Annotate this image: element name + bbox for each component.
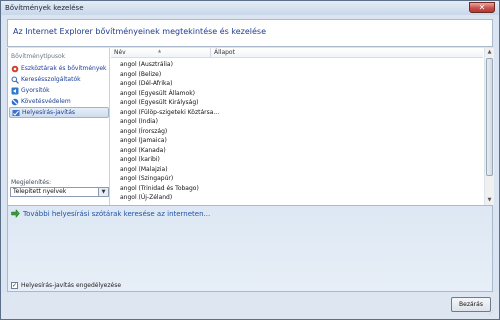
list-item[interactable]: angol (India) — [111, 117, 483, 127]
arrow-right-icon — [11, 209, 20, 218]
enable-spellcheck-option[interactable]: ✓ Helyesírás-javítás engedélyezése — [11, 282, 121, 289]
list-item[interactable]: angol (Írország) — [111, 127, 483, 137]
title-bar[interactable]: Bővítmények kezelése ✕ — [1, 1, 499, 15]
list-item[interactable]: angol (Dél-Afrika) — [111, 79, 483, 89]
sidebar-item-label: Gyorsítók — [21, 87, 50, 94]
list-item[interactable]: angol (Szingapúr) — [111, 174, 483, 184]
list-rows: angol (Ausztrália) angol (Belize) angol (D… — [111, 60, 483, 203]
sidebar-item-accelerators[interactable]: Gyorsítók — [9, 85, 109, 96]
column-header-status[interactable]: Állapot — [211, 48, 483, 58]
window-title: Bővítmények kezelése — [5, 4, 84, 12]
window-close-button[interactable]: ✕ — [469, 2, 495, 13]
list-item[interactable]: angol (Ausztrália) — [111, 60, 483, 70]
list-item[interactable]: angol (Jamaica) — [111, 136, 483, 146]
search-icon — [11, 76, 19, 84]
display-select-value: Telepített nyelvek — [13, 188, 67, 195]
sidebar-item-label: Követésvédelem — [21, 98, 71, 105]
column-header-name[interactable]: ▲ Név — [111, 48, 211, 58]
spellcheck-icon — [12, 109, 20, 116]
list-item[interactable]: angol (Fülöp-szigeteki Köztársa... — [111, 108, 483, 118]
enable-spellcheck-label: Helyesírás-javítás engedélyezése — [21, 282, 122, 289]
sort-arrow-icon: ▲ — [158, 48, 162, 53]
footer: Bezárás ⋰ — [1, 293, 499, 319]
list-item[interactable]: angol (Új-Zéland) — [111, 193, 483, 203]
language-list[interactable]: ▲ Név Állapot angol (Ausztrália) angol (B… — [111, 48, 494, 205]
list-item[interactable]: angol (Belize) — [111, 70, 483, 80]
sidebar-item-label: Helyesírás-javítás — [22, 109, 76, 116]
list-item[interactable]: angol (Egyesült Királyság) — [111, 98, 483, 108]
header-panel: Az Internet Explorer bővítményeinek megt… — [7, 19, 493, 47]
close-button[interactable]: Bezárás — [451, 297, 491, 312]
display-select[interactable]: Telepített nyelvek ▼ — [10, 187, 109, 197]
list-item[interactable]: angol (karibi) — [111, 155, 483, 165]
sidebar: Bővítménytípusok Eszköztárak és bővítmén… — [8, 48, 110, 205]
scrollbar-thumb[interactable] — [486, 58, 493, 176]
sidebar-item-spelling-correction[interactable]: Helyesírás-javítás — [9, 107, 109, 118]
scroll-up-icon[interactable]: ▲ — [485, 48, 494, 57]
enable-spellcheck-checkbox[interactable]: ✓ — [11, 282, 18, 289]
details-panel: További helyesírási szótárak keresése az… — [7, 205, 493, 292]
display-label: Megjelenítés: — [11, 179, 52, 186]
list-item[interactable]: angol (Trinidad és Tobago) — [111, 184, 483, 194]
sidebar-item-toolbars[interactable]: Eszköztárak és bővítmények — [9, 63, 109, 74]
resize-grip-icon[interactable]: ⋰ — [489, 309, 497, 317]
content-area: Bővítménytípusok Eszköztárak és bővítmén… — [7, 48, 494, 205]
list-item[interactable]: angol (Malajzia) — [111, 165, 483, 175]
vertical-scrollbar[interactable]: ▲ ▼ — [484, 48, 494, 205]
manage-addons-window: Bővítmények kezelése ✕ Az Internet Explo… — [0, 0, 500, 320]
scroll-down-icon[interactable]: ▼ — [485, 196, 494, 205]
sidebar-item-search-providers[interactable]: Keresésszolgáltatók — [9, 74, 109, 85]
accelerator-icon — [11, 87, 19, 94]
sidebar-item-label: Eszköztárak és bővítmények — [21, 65, 107, 72]
sidebar-item-tracking-protection[interactable]: Követésvédelem — [9, 96, 109, 107]
gear-icon — [11, 65, 19, 72]
list-item[interactable]: angol (Egyesült Államok) — [111, 89, 483, 99]
sidebar-item-label: Keresésszolgáltatók — [21, 76, 81, 83]
sidebar-heading: Bővítménytípusok — [11, 53, 66, 60]
list-item[interactable]: angol (Kanada) — [111, 146, 483, 156]
block-icon — [11, 98, 19, 105]
page-title: Az Internet Explorer bővítményeinek megt… — [13, 27, 266, 36]
find-more-dictionaries-link[interactable]: További helyesírási szótárak keresése az… — [11, 209, 210, 218]
chevron-down-icon[interactable]: ▼ — [98, 188, 108, 196]
